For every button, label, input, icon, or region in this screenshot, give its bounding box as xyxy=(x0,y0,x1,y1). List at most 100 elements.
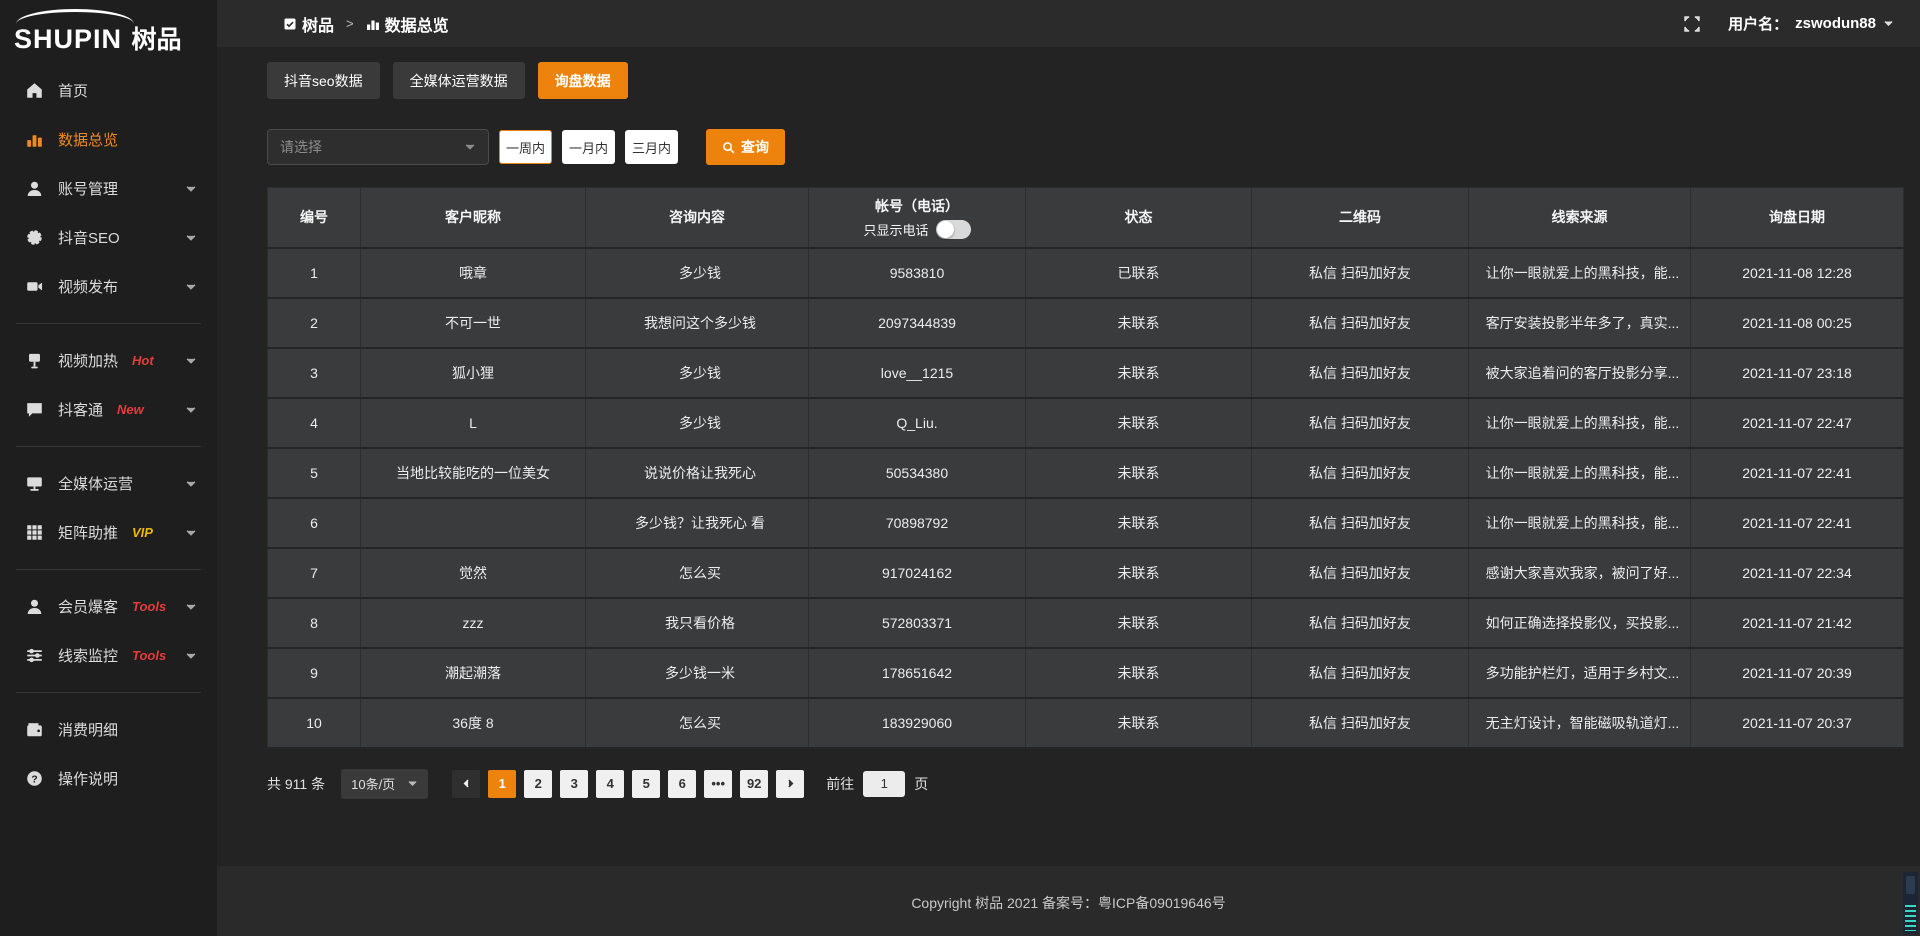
search-button[interactable]: 查询 xyxy=(706,129,785,165)
monitor-icon xyxy=(26,475,43,492)
sidebar-item-label: 消费明细 xyxy=(58,719,118,740)
column-header: 二维码 xyxy=(1252,188,1469,248)
goto-suffix: 页 xyxy=(914,774,928,794)
help-icon: ? xyxy=(26,770,43,787)
page-ellipsis[interactable]: ••• xyxy=(704,770,732,798)
cell-account: 572803371 xyxy=(809,598,1026,648)
chevron-down-icon xyxy=(185,601,197,613)
sidebar-badge: Hot xyxy=(132,353,154,368)
cell-nickname: 哦章 xyxy=(361,248,586,298)
sidebar-item-douketong[interactable]: 抖客通New xyxy=(0,385,217,434)
sidebar-item-leads-monitor[interactable]: 线索监控Tools xyxy=(0,631,217,680)
cell-id: 3 xyxy=(268,348,361,398)
next-page-button[interactable] xyxy=(776,770,804,798)
cell-date: 2021-11-07 20:37 xyxy=(1691,698,1904,748)
cell-date: 2021-11-07 21:42 xyxy=(1691,598,1904,648)
cell-content: 我只看价格 xyxy=(586,598,809,648)
chevron-down-icon xyxy=(185,527,197,539)
range-button-0[interactable]: 一周内 xyxy=(499,130,552,164)
sidebar-item-matrix-boost[interactable]: 矩阵助推VIP xyxy=(0,508,217,557)
source-link[interactable]: 感谢大家喜欢我家，被问了好... xyxy=(1469,548,1691,598)
qrcode-link[interactable]: 私信 扫码加好友 xyxy=(1252,648,1469,698)
sidebar-item-label: 首页 xyxy=(58,80,88,101)
tab-inquiry-data[interactable]: 询盘数据 xyxy=(538,62,628,99)
bar-chart-icon xyxy=(26,131,43,148)
cell-status: 未联系 xyxy=(1026,398,1252,448)
page-button-4[interactable]: 4 xyxy=(596,770,624,798)
sidebar-item-home[interactable]: 首页 xyxy=(0,66,217,115)
sidebar-item-video-publish[interactable]: 视频发布 xyxy=(0,262,217,311)
cell-id: 7 xyxy=(268,548,361,598)
chevron-down-icon xyxy=(185,404,197,416)
page-button-3[interactable]: 3 xyxy=(560,770,588,798)
sidebar-item-video-heat[interactable]: 视频加热Hot xyxy=(0,336,217,385)
table-row: 7觉然怎么买917024162未联系私信 扫码加好友感谢大家喜欢我家，被问了好.… xyxy=(268,548,1904,598)
breadcrumb-root[interactable]: 树品 xyxy=(302,12,334,36)
grid-icon xyxy=(26,524,43,541)
sidebar-item-help[interactable]: ?操作说明 xyxy=(0,754,217,803)
source-link[interactable]: 多功能护栏灯，适用于乡村文... xyxy=(1469,648,1691,698)
source-link[interactable]: 被大家追着问的客厅投影分享... xyxy=(1469,348,1691,398)
cell-account: 2097344839 xyxy=(809,298,1026,348)
cell-nickname: 36度 8 xyxy=(361,698,586,748)
chevron-down-icon xyxy=(185,232,197,244)
qrcode-link[interactable]: 私信 扫码加好友 xyxy=(1252,548,1469,598)
app-doc-icon xyxy=(283,17,297,31)
cell-status: 未联系 xyxy=(1026,298,1252,348)
qrcode-link[interactable]: 私信 扫码加好友 xyxy=(1252,498,1469,548)
source-link[interactable]: 让你一眼就爱上的黑科技，能... xyxy=(1469,248,1691,298)
qrcode-link[interactable]: 私信 扫码加好友 xyxy=(1252,248,1469,298)
qrcode-link[interactable]: 私信 扫码加好友 xyxy=(1252,448,1469,498)
qrcode-link[interactable]: 私信 扫码加好友 xyxy=(1252,298,1469,348)
tab-media-operation-data[interactable]: 全媒体运营数据 xyxy=(393,62,525,99)
page-button-1[interactable]: 1 xyxy=(488,770,516,798)
fullscreen-icon[interactable] xyxy=(1684,16,1700,32)
sidebar-item-label: 矩阵助推 xyxy=(58,522,118,543)
goto-page-input[interactable] xyxy=(863,771,905,797)
sidebar-item-label: 会员爆客 xyxy=(58,596,118,617)
page-button-6[interactable]: 6 xyxy=(668,770,696,798)
sidebar-badge: New xyxy=(117,402,144,417)
sidebar-item-douyin-seo[interactable]: 抖音SEO xyxy=(0,213,217,262)
source-link[interactable]: 客厅安装投影半年多了，真实... xyxy=(1469,298,1691,348)
tab-douyin-seo-data[interactable]: 抖音seo数据 xyxy=(267,62,380,99)
source-link[interactable]: 让你一眼就爱上的黑科技，能... xyxy=(1469,498,1691,548)
sidebar-item-consume-detail[interactable]: 消费明细 xyxy=(0,705,217,754)
logo[interactable]: SHUPIN 树品 xyxy=(0,0,217,66)
range-button-2[interactable]: 三月内 xyxy=(625,130,678,164)
sidebar-item-label: 线索监控 xyxy=(58,645,118,666)
user-menu[interactable]: 用户名：zswodun88 xyxy=(1728,13,1894,34)
table-row: 3狐小狸多少钱love__1215未联系私信 扫码加好友被大家追着问的客厅投影分… xyxy=(268,348,1904,398)
cell-status: 未联系 xyxy=(1026,548,1252,598)
qrcode-link[interactable]: 私信 扫码加好友 xyxy=(1252,348,1469,398)
page-button-5[interactable]: 5 xyxy=(632,770,660,798)
cell-content: 怎么买 xyxy=(586,548,809,598)
prev-page-button[interactable] xyxy=(452,770,480,798)
qrcode-link[interactable]: 私信 扫码加好友 xyxy=(1252,598,1469,648)
sidebar-item-data-overview[interactable]: 数据总览 xyxy=(0,115,217,164)
source-link[interactable]: 无主灯设计，智能磁吸轨道灯... xyxy=(1469,698,1691,748)
range-button-1[interactable]: 一月内 xyxy=(562,130,615,164)
cell-status: 未联系 xyxy=(1026,498,1252,548)
sidebar-item-member-burst[interactable]: 会员爆客Tools xyxy=(0,582,217,631)
qrcode-link[interactable]: 私信 扫码加好友 xyxy=(1252,698,1469,748)
sidebar-item-account-manage[interactable]: 账号管理 xyxy=(0,164,217,213)
source-link[interactable]: 让你一眼就爱上的黑科技，能... xyxy=(1469,448,1691,498)
sidebar-item-label: 视频发布 xyxy=(58,276,118,297)
page-button-92[interactable]: 92 xyxy=(740,770,768,798)
qrcode-link[interactable]: 私信 扫码加好友 xyxy=(1252,398,1469,448)
column-header-account: 帐号（电话）只显示电话 xyxy=(809,188,1026,248)
cell-id: 2 xyxy=(268,298,361,348)
page-size-select[interactable]: 10条/页 xyxy=(341,769,428,799)
column-header: 询盘日期 xyxy=(1691,188,1904,248)
cell-date: 2021-11-07 23:18 xyxy=(1691,348,1904,398)
floating-widget[interactable] xyxy=(1903,872,1918,934)
filter-select[interactable]: 请选择 xyxy=(267,129,489,165)
goto-label: 前往 xyxy=(826,774,854,794)
phone-only-toggle[interactable] xyxy=(936,220,971,239)
sidebar-item-media-operation[interactable]: 全媒体运营 xyxy=(0,459,217,508)
cell-status: 未联系 xyxy=(1026,648,1252,698)
source-link[interactable]: 如何正确选择投影仪，买投影... xyxy=(1469,598,1691,648)
source-link[interactable]: 让你一眼就爱上的黑科技，能... xyxy=(1469,398,1691,448)
page-button-2[interactable]: 2 xyxy=(524,770,552,798)
